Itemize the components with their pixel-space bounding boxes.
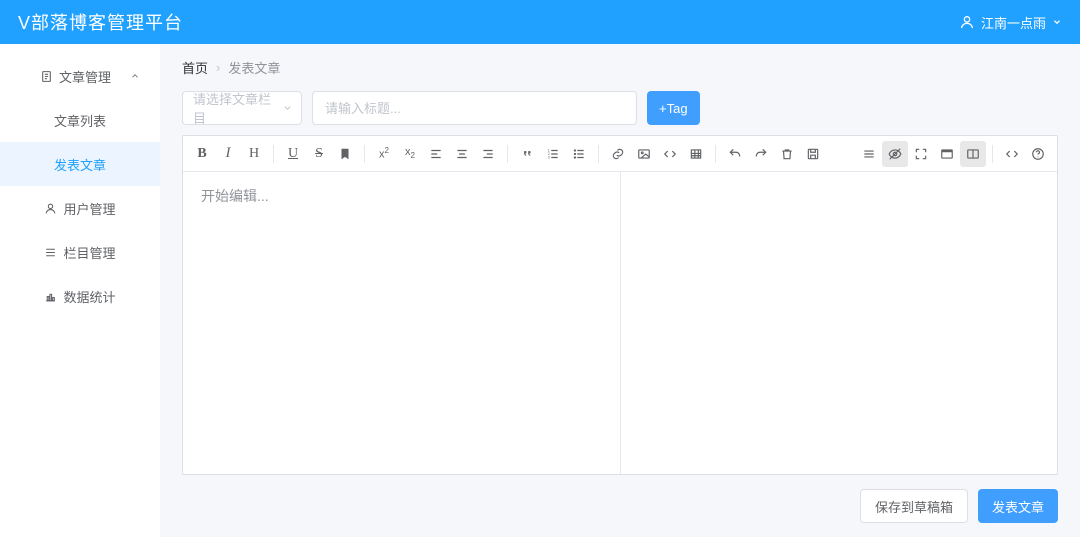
category-select[interactable]: 请选择文章栏目 (182, 91, 302, 125)
sidebar-label: 用户管理 (63, 199, 115, 218)
sidebar-item-publish-article[interactable]: 发表文章 (0, 142, 160, 186)
toolbar-separator (715, 145, 716, 163)
toolbar-separator (507, 145, 508, 163)
sidebar-label: 数据统计 (63, 287, 115, 306)
read-mode-button[interactable] (934, 141, 960, 167)
editor-placeholder: 开始编辑... (201, 188, 269, 204)
superscript-button[interactable]: x2 (371, 141, 397, 167)
sidebar-submenu: 文章列表 发表文章 (0, 98, 160, 186)
main-content: 首页 › 发表文章 请选择文章栏目 +Tag B I H (160, 44, 1080, 537)
breadcrumb-home[interactable]: 首页 (182, 58, 208, 77)
image-button[interactable] (631, 141, 657, 167)
fullscreen-button[interactable] (908, 141, 934, 167)
user-icon (959, 14, 975, 30)
toolbar-separator (598, 145, 599, 163)
redo-button[interactable] (748, 141, 774, 167)
editor-source-pane[interactable]: 开始编辑... (183, 172, 621, 474)
undo-button[interactable] (722, 141, 748, 167)
link-button[interactable] (605, 141, 631, 167)
quote-button[interactable] (514, 141, 540, 167)
sidebar-item-article-list[interactable]: 文章列表 (0, 98, 160, 142)
sidebar-label: 文章管理 (59, 67, 111, 86)
unordered-list-button[interactable] (566, 141, 592, 167)
document-icon (40, 70, 53, 83)
subscript-button[interactable]: x2 (397, 141, 423, 167)
help-button[interactable] (1025, 141, 1051, 167)
action-bar: 保存到草稿箱 发表文章 (182, 489, 1058, 523)
align-center-button[interactable] (449, 141, 475, 167)
navigation-button[interactable] (856, 141, 882, 167)
preview-toggle-button[interactable] (882, 141, 908, 167)
sidebar-item-user-mgmt[interactable]: 用户管理 (0, 186, 160, 230)
markdown-editor: B I H U S x2 x2 (182, 135, 1058, 475)
form-row: 请选择文章栏目 +Tag (182, 91, 1058, 125)
italic-button[interactable]: I (215, 141, 241, 167)
toolbar-separator (273, 145, 274, 163)
sidebar-item-article-mgmt[interactable]: 文章管理 (0, 54, 160, 98)
sidebar-label: 文章列表 (54, 111, 106, 130)
bookmark-button[interactable] (332, 141, 358, 167)
save-draft-button[interactable]: 保存到草稿箱 (860, 489, 968, 523)
bold-button[interactable]: B (189, 141, 215, 167)
align-left-button[interactable] (423, 141, 449, 167)
breadcrumb: 首页 › 发表文章 (182, 58, 1058, 77)
align-right-button[interactable] (475, 141, 501, 167)
user-menu[interactable]: 江南一点雨 (959, 13, 1062, 32)
svg-text:3: 3 (548, 155, 550, 159)
strikethrough-button[interactable]: S (306, 141, 332, 167)
code-button[interactable] (657, 141, 683, 167)
toolbar-separator (992, 145, 993, 163)
save-button[interactable] (800, 141, 826, 167)
sidebar-label: 栏目管理 (63, 243, 115, 262)
add-tag-button[interactable]: +Tag (647, 91, 700, 125)
split-view-button[interactable] (960, 141, 986, 167)
app-header: V部落博客管理平台 江南一点雨 (0, 0, 1080, 44)
editor-preview-pane (621, 172, 1058, 474)
user-icon (44, 202, 57, 215)
heading-button[interactable]: H (241, 141, 267, 167)
sidebar-item-category-mgmt[interactable]: 栏目管理 (0, 230, 160, 274)
bar-chart-icon (44, 290, 57, 303)
select-placeholder: 请选择文章栏目 (193, 89, 275, 127)
brand-title: V部落博客管理平台 (18, 9, 183, 35)
publish-button[interactable]: 发表文章 (978, 489, 1058, 523)
breadcrumb-separator-icon: › (216, 60, 220, 75)
title-input[interactable] (312, 91, 637, 125)
table-button[interactable] (683, 141, 709, 167)
toolbar-separator (364, 145, 365, 163)
chevron-down-icon (1052, 17, 1062, 27)
editor-panes: 开始编辑... (183, 172, 1057, 474)
chevron-up-icon (130, 69, 140, 84)
trash-button[interactable] (774, 141, 800, 167)
editor-toolbar: B I H U S x2 x2 (183, 136, 1057, 172)
chevron-down-icon (282, 103, 293, 114)
breadcrumb-current: 发表文章 (228, 58, 280, 77)
sidebar-label: 发表文章 (54, 155, 106, 174)
list-icon (44, 246, 57, 259)
sidebar-item-data-stats[interactable]: 数据统计 (0, 274, 160, 318)
html-code-button[interactable] (999, 141, 1025, 167)
underline-button[interactable]: U (280, 141, 306, 167)
username: 江南一点雨 (981, 13, 1046, 32)
ordered-list-button[interactable]: 123 (540, 141, 566, 167)
sidebar: 文章管理 文章列表 发表文章 用户管理 栏目管理 (0, 44, 160, 537)
